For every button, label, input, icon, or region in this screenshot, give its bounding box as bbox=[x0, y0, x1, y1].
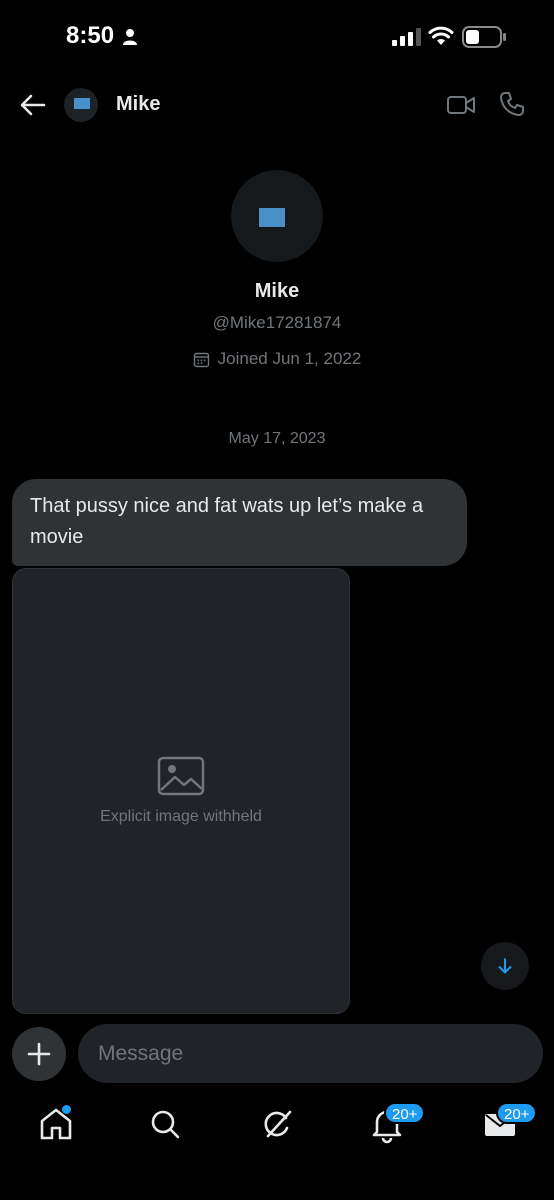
profile-handle: @Mike17281874 bbox=[212, 313, 342, 332]
wifi-icon bbox=[428, 26, 454, 45]
calendar-icon bbox=[193, 352, 209, 367]
person-icon bbox=[123, 29, 137, 45]
media-attachment-placeholder[interactable]: Explicit image withheld bbox=[12, 568, 350, 1014]
conversation-header: Mike bbox=[0, 74, 554, 136]
media-notice: Explicit image withheld bbox=[100, 808, 262, 825]
back-arrow-icon[interactable] bbox=[18, 90, 48, 120]
date-separator: May 17, 2023 bbox=[228, 430, 326, 447]
profile-card: Mike @Mike17281874 Joined Jun 1, 2022 bbox=[0, 170, 554, 369]
battery-icon bbox=[462, 26, 506, 48]
status-time: 8:50 bbox=[66, 22, 115, 49]
avatar-screen-graphic bbox=[259, 208, 285, 227]
signal-icon bbox=[392, 28, 421, 46]
notifications-badge: 20+ bbox=[384, 1102, 426, 1124]
grok-icon[interactable] bbox=[258, 1104, 298, 1144]
messages-badge: 20+ bbox=[496, 1102, 538, 1124]
message-bubble[interactable]: That pussy nice and fat wats up let’s ma… bbox=[12, 479, 467, 566]
profile-joined: Joined Jun 1, 2022 bbox=[0, 349, 554, 369]
video-call-icon[interactable] bbox=[446, 92, 476, 118]
profile-name: Mike bbox=[254, 280, 300, 302]
bottom-nav bbox=[0, 1090, 554, 1160]
home-unread-dot bbox=[62, 1105, 71, 1114]
image-icon bbox=[157, 756, 205, 796]
arrow-down-icon bbox=[498, 958, 512, 974]
plus-icon bbox=[27, 1042, 51, 1066]
status-bar: 8:50 bbox=[0, 0, 554, 74]
message-input[interactable] bbox=[78, 1024, 543, 1083]
joined-date: Joined Jun 1, 2022 bbox=[217, 349, 362, 368]
header-name[interactable]: Mike bbox=[116, 93, 160, 116]
avatar-screen-graphic bbox=[74, 98, 90, 109]
search-icon[interactable] bbox=[145, 1104, 185, 1144]
phone-icon[interactable] bbox=[498, 90, 526, 118]
add-attachment-button[interactable] bbox=[12, 1027, 66, 1081]
scroll-to-bottom-button[interactable] bbox=[481, 942, 529, 990]
header-avatar[interactable] bbox=[64, 88, 98, 122]
profile-avatar[interactable] bbox=[231, 170, 323, 262]
